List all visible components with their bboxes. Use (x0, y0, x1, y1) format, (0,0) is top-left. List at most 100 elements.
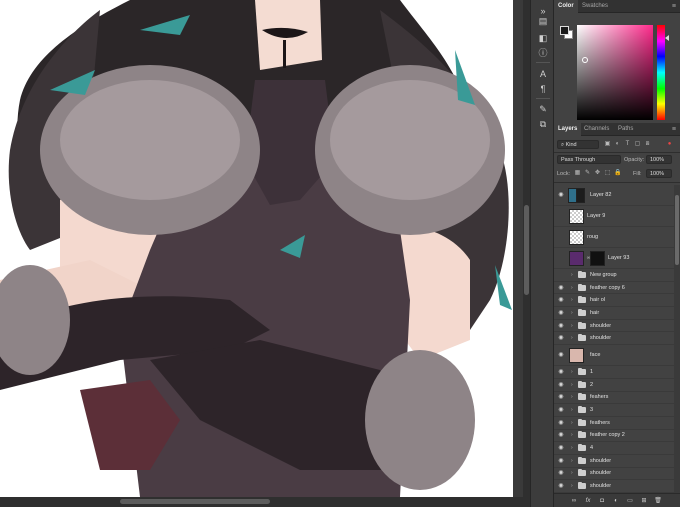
layer-list[interactable]: ◉ Layer 82 ◉ Layer 9 ◉ roug ◉ ∞ Layer (554, 185, 674, 493)
brush-settings-icon[interactable]: ✎ (536, 102, 550, 116)
layer-name[interactable]: Layer 82 (590, 191, 611, 199)
expand-arrow-icon[interactable]: › (571, 285, 573, 291)
eye-icon[interactable]: ◉ (557, 285, 565, 291)
horizontal-scroll-thumb[interactable] (120, 499, 270, 504)
layer-name[interactable]: Layer 93 (608, 254, 629, 262)
eye-icon[interactable]: ◉ (557, 394, 565, 400)
expand-arrow-icon[interactable]: › (571, 335, 573, 341)
layer-name[interactable]: shoulder (590, 322, 611, 330)
adjustment-filter-icon[interactable]: ◐ (614, 141, 621, 148)
tab-layers[interactable]: Layers (554, 123, 582, 136)
saturation-value-field[interactable] (577, 25, 653, 120)
expand-arrow-icon[interactable]: › (571, 323, 573, 329)
layer-name[interactable]: 4 (590, 444, 593, 452)
layer-row[interactable]: ◉ › 3 (554, 404, 674, 417)
eye-icon[interactable]: ◉ (557, 382, 565, 388)
pixel-filter-icon[interactable]: ▣ (604, 141, 611, 148)
adjustment-icon[interactable]: ◐ (612, 497, 620, 505)
kind-filter-dropdown[interactable]: ⌕ Kind (557, 140, 599, 149)
layer-row[interactable]: ◉ roug (554, 227, 674, 248)
layer-row[interactable]: ◉ › 4 (554, 442, 674, 455)
shape-filter-icon[interactable]: ▢ (634, 141, 641, 148)
document-canvas[interactable] (0, 0, 513, 497)
eye-icon[interactable]: ◉ (557, 234, 565, 240)
eye-icon[interactable]: ◉ (557, 272, 565, 278)
expand-arrow-icon[interactable]: › (571, 407, 573, 413)
histogram-icon[interactable]: ▤ (536, 14, 550, 28)
layer-name[interactable]: 3 (590, 406, 593, 414)
expand-arrow-icon[interactable]: › (571, 458, 573, 464)
layers-scrollbar[interactable] (674, 185, 680, 493)
fill-field[interactable]: 100% (646, 169, 672, 178)
layer-name[interactable]: feather copy 2 (590, 431, 625, 439)
eye-icon[interactable]: ◉ (557, 352, 565, 358)
layer-row[interactable]: ◉ › 1 (554, 366, 674, 379)
panel-menu-icon[interactable]: ≡ (672, 0, 676, 13)
eye-icon[interactable]: ◉ (557, 458, 565, 464)
trash-icon[interactable]: 🗑 (654, 497, 662, 505)
layer-name[interactable]: Layer 9 (587, 212, 605, 220)
expand-arrow-icon[interactable]: › (571, 420, 573, 426)
new-layer-icon[interactable]: ⊞ (640, 497, 648, 505)
opacity-field[interactable]: 100% (646, 155, 672, 164)
layer-name[interactable]: roug (587, 233, 598, 241)
layer-row[interactable]: ◉ ∞ Layer 93 (554, 248, 674, 269)
tab-paths[interactable]: Paths (614, 123, 637, 136)
layer-row[interactable]: ◉ face (554, 345, 674, 367)
expand-arrow-icon[interactable]: › (571, 369, 573, 375)
eye-icon[interactable]: ◉ (557, 369, 565, 375)
lock-all-icon[interactable]: 🔒 (614, 170, 621, 177)
eye-icon[interactable]: ◉ (557, 310, 565, 316)
layer-name[interactable]: feathers (590, 419, 610, 427)
color-picker-cursor[interactable] (582, 57, 588, 63)
expand-arrow-icon[interactable]: › (571, 394, 573, 400)
link-icon[interactable]: ∞ (570, 497, 578, 505)
layers-scroll-thumb[interactable] (675, 195, 679, 265)
layer-name[interactable]: face (590, 351, 600, 359)
filter-toggle-icon[interactable]: ● (666, 141, 673, 148)
eye-icon[interactable]: ◉ (557, 323, 565, 329)
expand-arrow-icon[interactable]: › (571, 382, 573, 388)
layer-row[interactable]: ◉ › feather copy 2 (554, 430, 674, 443)
layer-row[interactable]: ◉ › feathers (554, 417, 674, 430)
layer-row[interactable]: ◉ › feahers (554, 392, 674, 405)
layer-name[interactable]: hair ol (590, 296, 605, 304)
eye-icon[interactable]: ◉ (557, 420, 565, 426)
layer-row[interactable]: ◉ › hair (554, 307, 674, 320)
hue-slider[interactable] (657, 25, 665, 120)
layer-row[interactable]: ◉ › hair ol (554, 294, 674, 308)
expand-arrow-icon[interactable]: › (571, 470, 573, 476)
vertical-scrollbar[interactable] (523, 0, 530, 497)
eye-icon[interactable]: ◉ (557, 255, 565, 261)
layer-name[interactable]: shoulder (590, 482, 611, 490)
layer-row[interactable]: ◉ Layer 82 (554, 185, 674, 206)
layer-name[interactable]: shoulder (590, 469, 611, 477)
expand-arrow-icon[interactable]: › (571, 272, 573, 278)
eye-icon[interactable]: ◉ (557, 432, 565, 438)
layer-row[interactable]: ◉ › shoulder (554, 468, 674, 481)
fx-icon[interactable]: fx (584, 497, 592, 505)
lock-image-icon[interactable]: ✎ (584, 170, 591, 177)
tab-channels[interactable]: Channels (580, 123, 613, 136)
layer-name[interactable]: shoulder (590, 334, 611, 342)
paragraph-icon[interactable]: ¶ (536, 82, 550, 96)
expand-arrow-icon[interactable]: › (571, 483, 573, 489)
layer-row[interactable]: ◉ › shoulder (554, 480, 674, 493)
eye-icon[interactable]: ◉ (557, 445, 565, 451)
eye-icon[interactable]: ◉ (557, 213, 565, 219)
layer-row[interactable]: ◉ › feather copy 6 (554, 282, 674, 295)
layer-name[interactable]: feahers (590, 393, 608, 401)
layer-name[interactable]: feather copy 6 (590, 284, 625, 292)
expand-arrow-icon[interactable]: › (571, 297, 573, 303)
layers-menu-icon[interactable]: ≡ (672, 123, 676, 136)
eye-icon[interactable]: ◉ (557, 192, 565, 198)
expand-arrow-icon[interactable]: › (571, 432, 573, 438)
vertical-scroll-thumb[interactable] (524, 205, 529, 295)
layer-name[interactable]: hair (590, 309, 599, 317)
lock-artboard-icon[interactable]: ⬚ (604, 170, 611, 177)
character-icon[interactable]: A (536, 67, 550, 81)
eye-icon[interactable]: ◉ (557, 483, 565, 489)
blend-mode-dropdown[interactable]: Pass Through (557, 155, 621, 164)
horizontal-scrollbar[interactable] (0, 497, 530, 507)
layer-row[interactable]: ◉ › 2 (554, 379, 674, 392)
